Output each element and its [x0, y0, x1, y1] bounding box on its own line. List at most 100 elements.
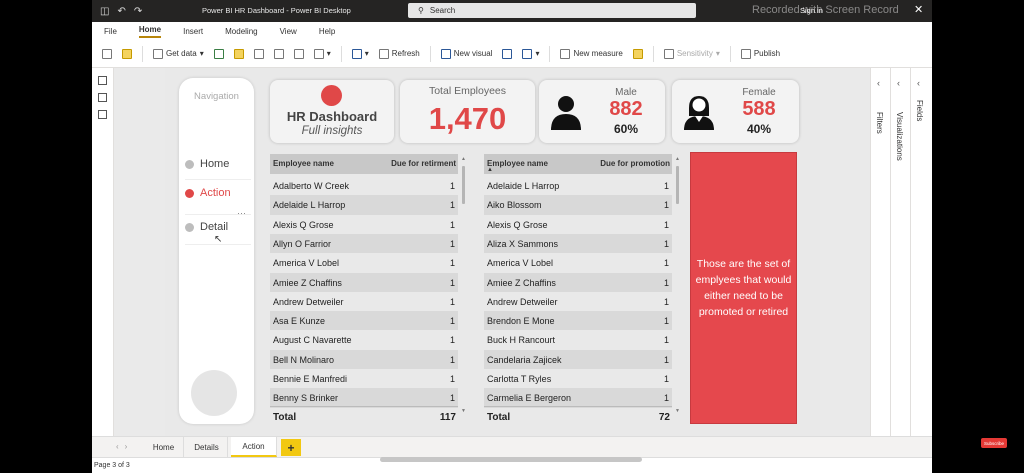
- filters-pane-collapsed[interactable]: ‹ Filters: [871, 68, 891, 436]
- total-value: 72: [658, 412, 670, 423]
- table-row[interactable]: Aiko Blossom 1: [484, 195, 672, 215]
- page-tab-details[interactable]: Details: [186, 437, 228, 457]
- onelake-button[interactable]: [233, 48, 244, 59]
- table-row[interactable]: Carlotta T Ryles 1: [484, 369, 672, 388]
- save-icon[interactable]: ◫: [100, 6, 109, 17]
- menu-home[interactable]: Home: [138, 25, 162, 38]
- add-page-button[interactable]: +: [281, 439, 301, 456]
- model-view-icon[interactable]: [98, 110, 107, 119]
- table-row[interactable]: Andrew Detweiler 1: [270, 292, 458, 311]
- page-tab-home[interactable]: Home: [144, 437, 184, 457]
- quick-measure-button[interactable]: [632, 48, 643, 59]
- dataverse-button[interactable]: [293, 48, 304, 59]
- table-row[interactable]: Adalberto W Creek 1: [270, 176, 458, 195]
- nav-item-label: Action: [200, 187, 231, 199]
- value-cell: 1: [449, 374, 455, 384]
- table-row[interactable]: America V Lobel 1: [270, 253, 458, 272]
- nav-item-home[interactable]: Home: [185, 158, 229, 170]
- table-row[interactable]: Andrew Detweiler 1: [484, 292, 672, 311]
- nav-item-detail[interactable]: Detail: [185, 221, 228, 233]
- table-row[interactable]: Benny S Brinker 1: [270, 388, 458, 408]
- menu-file[interactable]: File: [104, 27, 117, 36]
- column-header-value[interactable]: Due for promotion: [600, 159, 670, 168]
- enter-data-button[interactable]: [273, 48, 284, 59]
- table-row[interactable]: August C Navarette 1: [270, 330, 458, 349]
- employee-name-cell: Adelaide L Harrop: [273, 200, 346, 211]
- table-row[interactable]: Alexis Q Grose 1: [270, 215, 458, 234]
- employee-name-cell: America V Lobel: [273, 258, 340, 269]
- nav-item-action[interactable]: Action: [185, 187, 231, 199]
- undo-icon[interactable]: ↶: [117, 6, 125, 17]
- table-row[interactable]: Aliza X Sammons 1: [484, 233, 672, 254]
- menu-insert[interactable]: Insert: [183, 27, 203, 36]
- chevron-left-icon[interactable]: ‹: [917, 78, 920, 88]
- table-row[interactable]: Amiee Z Chaffins 1: [270, 272, 458, 292]
- close-icon[interactable]: ✕: [914, 3, 923, 16]
- table-scrollbar[interactable]: ▲ ▼: [675, 154, 680, 414]
- table-row[interactable]: Carmelia E Bergeron 1: [484, 388, 672, 408]
- fields-pane-collapsed[interactable]: ‹ Fields: [911, 68, 931, 436]
- search-box[interactable]: ⚲ Search: [408, 3, 696, 18]
- sign-in-link[interactable]: Sign in: [800, 6, 823, 15]
- page-nav-arrows-icon[interactable]: ‹›: [116, 442, 133, 451]
- chevron-left-icon[interactable]: ‹: [897, 78, 900, 88]
- redo-icon[interactable]: ↷: [134, 6, 142, 17]
- employee-name-cell: Buck H Rancourt: [487, 335, 556, 346]
- report-view-icon[interactable]: [98, 76, 107, 85]
- sql-button[interactable]: [253, 48, 264, 59]
- excel-button[interactable]: [213, 48, 224, 59]
- employee-name-cell: Candelaria Zajicek: [487, 354, 562, 365]
- filters-pane-label[interactable]: Filters: [875, 112, 884, 134]
- female-count: 588: [742, 98, 776, 120]
- menu-modeling[interactable]: Modeling: [225, 27, 257, 36]
- table-row[interactable]: Amiee Z Chaffins 1: [484, 272, 672, 292]
- table-row[interactable]: America V Lobel 1: [484, 253, 672, 272]
- chevron-left-icon[interactable]: ‹: [877, 78, 880, 88]
- refresh-button[interactable]: Refresh: [378, 48, 420, 59]
- table-view-icon[interactable]: [98, 93, 107, 102]
- column-header-name[interactable]: Employee name: [487, 159, 548, 168]
- total-value: 117: [439, 412, 456, 423]
- subscribe-badge[interactable]: Subscribe: [981, 438, 1007, 448]
- new-measure-button[interactable]: New measure: [560, 48, 623, 59]
- scroll-up-icon[interactable]: ▲: [675, 156, 680, 162]
- format-painter-button[interactable]: [122, 48, 132, 59]
- sensitivity-button[interactable]: Sensitivity ▾: [663, 48, 720, 59]
- text-box-button[interactable]: [502, 48, 513, 59]
- column-header-value[interactable]: Due for retirment: [391, 159, 456, 168]
- table-scrollbar[interactable]: ▲ ▼: [461, 154, 466, 414]
- table-row[interactable]: Bell N Molinaro 1: [270, 349, 458, 369]
- transform-data-button[interactable]: ▾: [351, 48, 369, 59]
- scroll-up-icon[interactable]: ▲: [461, 156, 466, 162]
- fields-pane-label[interactable]: Fields: [915, 100, 924, 121]
- table-row[interactable]: Adelaide L Harrop 1: [484, 176, 672, 195]
- menu-view[interactable]: View: [280, 27, 297, 36]
- ribbon: Get data ▾ ▾ ▾ Refresh New visual ▾ New m…: [92, 40, 932, 68]
- table-row[interactable]: Buck H Rancourt 1: [484, 330, 672, 349]
- table-row[interactable]: Adelaide L Harrop 1: [270, 195, 458, 215]
- scrollbar-thumb[interactable]: [676, 166, 679, 204]
- new-visual-button[interactable]: New visual: [440, 48, 492, 59]
- canvas-horizontal-scrollbar[interactable]: [380, 457, 642, 462]
- paste-button[interactable]: [102, 48, 112, 59]
- scrollbar-thumb[interactable]: [462, 166, 465, 204]
- get-data-button[interactable]: Get data ▾: [153, 48, 204, 59]
- table-row[interactable]: Alexis Q Grose 1: [484, 215, 672, 234]
- column-header-name[interactable]: Employee name: [273, 159, 334, 168]
- table-row[interactable]: Allyn O Farrior 1: [270, 233, 458, 254]
- scroll-down-icon[interactable]: ▼: [461, 408, 466, 414]
- table-row[interactable]: Asa E Kunze 1: [270, 311, 458, 331]
- menu-help[interactable]: Help: [319, 27, 335, 36]
- total-label: Total: [273, 412, 297, 423]
- visualizations-pane-label[interactable]: Visualizations: [895, 112, 904, 161]
- table-row[interactable]: Brendon E Mone 1: [484, 311, 672, 331]
- female-person-icon: [684, 96, 714, 130]
- visualizations-pane-collapsed[interactable]: ‹ Visualizations: [891, 68, 911, 436]
- table-row[interactable]: Bennie E Manfredi 1: [270, 369, 458, 388]
- recent-sources-button[interactable]: ▾: [313, 48, 331, 59]
- scroll-down-icon[interactable]: ▼: [675, 408, 680, 414]
- publish-button[interactable]: Publish: [740, 48, 780, 59]
- page-tab-action[interactable]: Action: [231, 437, 277, 457]
- table-row[interactable]: Candelaria Zajicek 1: [484, 349, 672, 369]
- more-visuals-button[interactable]: ▾: [522, 48, 539, 59]
